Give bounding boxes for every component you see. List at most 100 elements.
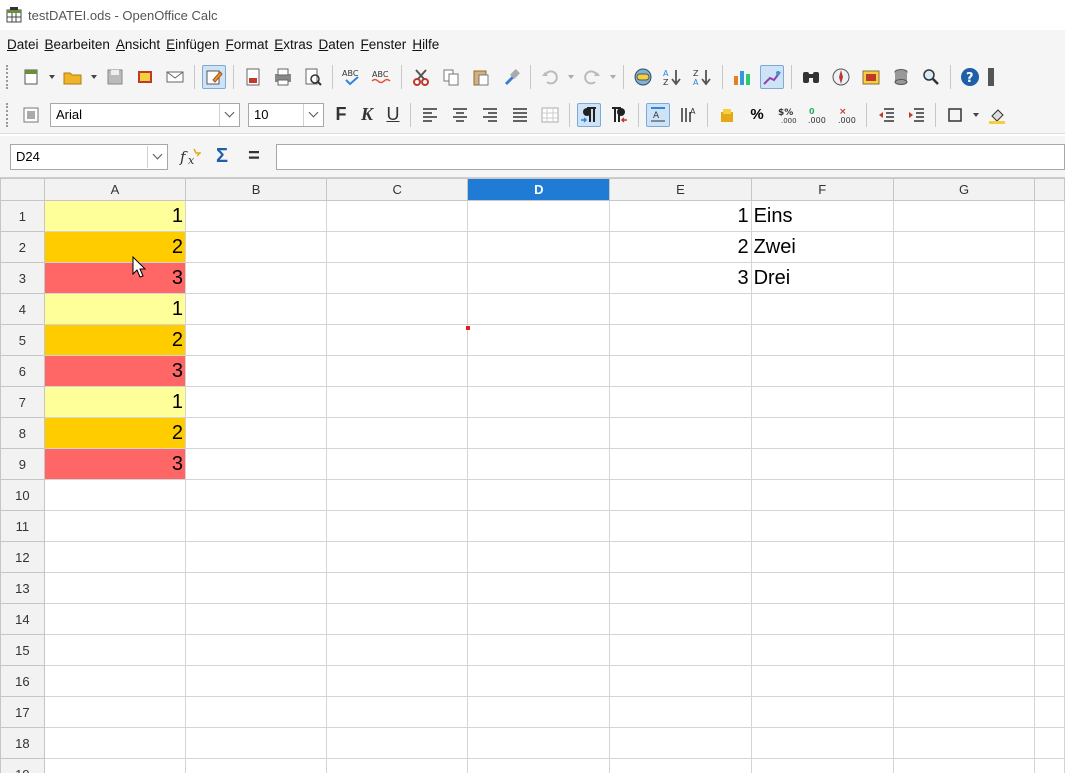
- cell-a10[interactable]: [43, 479, 186, 511]
- cell-f15[interactable]: [750, 634, 894, 666]
- cell-h9[interactable]: [1034, 448, 1065, 480]
- row-header[interactable]: 13: [0, 572, 45, 604]
- row-header[interactable]: 14: [0, 603, 45, 635]
- cell-c16[interactable]: [326, 665, 469, 697]
- cell-d19[interactable]: [467, 758, 611, 773]
- decrease-indent-icon[interactable]: [874, 103, 898, 127]
- row-header[interactable]: 2: [0, 231, 45, 263]
- cut-icon[interactable]: [409, 65, 433, 89]
- pdf-export-icon[interactable]: [241, 65, 265, 89]
- cell-g16[interactable]: [892, 665, 1036, 697]
- cell-c19[interactable]: [326, 758, 469, 773]
- cell-a9[interactable]: 3: [43, 448, 186, 480]
- row-header[interactable]: 3: [0, 262, 45, 294]
- name-box[interactable]: D24: [10, 143, 168, 170]
- align-top-icon[interactable]: A: [646, 102, 670, 127]
- cell-b11[interactable]: [184, 510, 328, 542]
- column-header-d[interactable]: D: [467, 178, 611, 201]
- cell-f11[interactable]: [750, 510, 894, 542]
- paste-icon[interactable]: [469, 65, 493, 89]
- cell-c14[interactable]: [326, 603, 469, 635]
- menu-hilfe[interactable]: Hilfe: [409, 37, 442, 52]
- cell-f16[interactable]: [750, 665, 894, 697]
- row-header[interactable]: 7: [0, 386, 45, 418]
- cell-d18[interactable]: [467, 727, 611, 759]
- cell-g10[interactable]: [892, 479, 1036, 511]
- cell-b2[interactable]: [184, 231, 328, 263]
- borders-icon[interactable]: [943, 103, 967, 127]
- cell-f17[interactable]: [750, 696, 894, 728]
- spreadsheet-grid[interactable]: A B C D E F G 1 1 1 Eins 2 2 2 Zwei 3 3 3 Drei 4 1 5 2 6…: [0, 178, 1065, 773]
- cell-f10[interactable]: [750, 479, 894, 511]
- cell-d17[interactable]: [467, 696, 611, 728]
- cell-f5[interactable]: [750, 324, 894, 356]
- cell-e11[interactable]: [609, 510, 752, 542]
- justify-icon[interactable]: [508, 103, 532, 127]
- cell-g8[interactable]: [892, 417, 1036, 449]
- cell-h6[interactable]: [1034, 355, 1065, 387]
- toolbar-overflow-icon[interactable]: [986, 65, 996, 89]
- menu-fenster[interactable]: Fenster: [358, 37, 410, 52]
- new-dropdown-icon[interactable]: [47, 65, 57, 89]
- cell-c8[interactable]: [326, 417, 469, 449]
- cell-a4[interactable]: 1: [43, 293, 186, 325]
- column-header-g[interactable]: G: [892, 178, 1036, 201]
- add-decimal-icon[interactable]: 0.000: [805, 103, 829, 127]
- cell-b8[interactable]: [184, 417, 328, 449]
- cell-d11[interactable]: [467, 510, 611, 542]
- cell-f4[interactable]: [750, 293, 894, 325]
- percent-format-button[interactable]: %: [745, 103, 769, 127]
- row-header[interactable]: 19: [0, 758, 45, 773]
- undo-dropdown-icon[interactable]: [566, 65, 576, 89]
- cell-d15[interactable]: [467, 634, 611, 666]
- cell-f1[interactable]: Eins: [750, 200, 894, 232]
- cell-c9[interactable]: [326, 448, 469, 480]
- undo-icon[interactable]: [538, 65, 562, 89]
- cell-e17[interactable]: [609, 696, 752, 728]
- cell-e13[interactable]: [609, 572, 752, 604]
- font-name-select[interactable]: Arial: [50, 102, 240, 127]
- cell-e12[interactable]: [609, 541, 752, 573]
- cell-b12[interactable]: [184, 541, 328, 573]
- column-header-a[interactable]: A: [43, 178, 186, 201]
- cell-g13[interactable]: [892, 572, 1036, 604]
- cell-e10[interactable]: [609, 479, 752, 511]
- cell-e18[interactable]: [609, 727, 752, 759]
- row-header[interactable]: 16: [0, 665, 45, 697]
- cell-a19[interactable]: [43, 758, 186, 773]
- italic-button[interactable]: K: [354, 104, 380, 125]
- cell-f18[interactable]: [750, 727, 894, 759]
- gallery-icon[interactable]: [859, 65, 883, 89]
- cell-a13[interactable]: [43, 572, 186, 604]
- export-icon[interactable]: [133, 65, 157, 89]
- cell-b5[interactable]: [184, 324, 328, 356]
- new-document-icon[interactable]: [19, 65, 43, 89]
- copy-icon[interactable]: [439, 65, 463, 89]
- menu-extras[interactable]: Extras: [271, 37, 315, 52]
- row-header[interactable]: 1: [0, 200, 45, 232]
- cell-h13[interactable]: [1034, 572, 1065, 604]
- row-header[interactable]: 10: [0, 479, 45, 511]
- cell-h1[interactable]: [1034, 200, 1065, 232]
- chevron-down-icon[interactable]: [219, 103, 239, 126]
- cell-g5[interactable]: [892, 324, 1036, 356]
- cell-f3[interactable]: Drei: [750, 262, 894, 294]
- row-header[interactable]: 12: [0, 541, 45, 573]
- row-header[interactable]: 5: [0, 324, 45, 356]
- cell-a3[interactable]: 3: [43, 262, 186, 294]
- function-button[interactable]: =: [240, 144, 268, 170]
- cell-d12[interactable]: [467, 541, 611, 573]
- delete-decimal-icon[interactable]: × .000: [835, 103, 859, 127]
- cell-b6[interactable]: [184, 355, 328, 387]
- cell-g19[interactable]: [892, 758, 1036, 773]
- cell-e1[interactable]: 1: [609, 200, 752, 232]
- select-all-corner[interactable]: [0, 178, 45, 201]
- row-header[interactable]: 11: [0, 510, 45, 542]
- cell-a16[interactable]: [43, 665, 186, 697]
- sort-descending-icon[interactable]: ZA: [691, 65, 715, 89]
- cell-a17[interactable]: [43, 696, 186, 728]
- menu-bearbeiten[interactable]: Bearbeiten: [42, 37, 113, 52]
- cell-h19[interactable]: [1034, 758, 1065, 773]
- cell-g15[interactable]: [892, 634, 1036, 666]
- menu-daten[interactable]: Daten: [316, 37, 358, 52]
